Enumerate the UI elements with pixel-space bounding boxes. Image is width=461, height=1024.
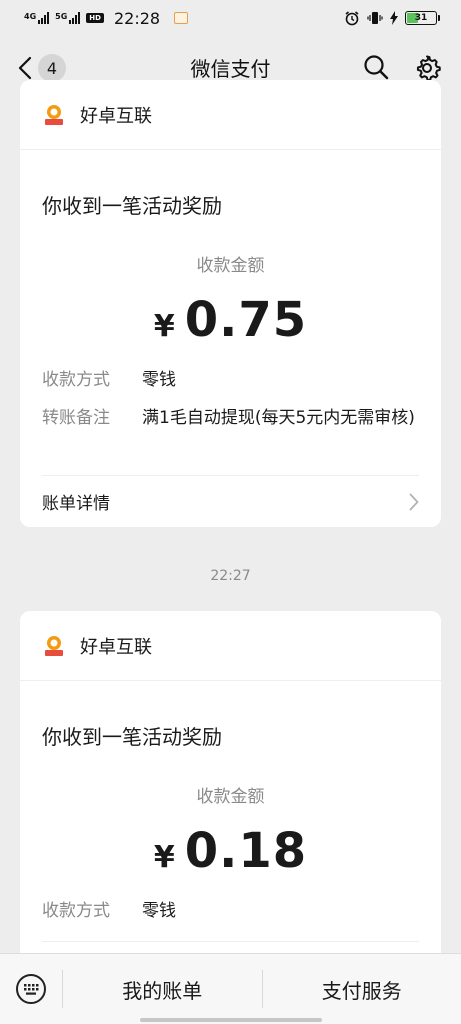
method-label: 收款方式 <box>42 370 110 390</box>
payment-message-card[interactable]: 好卓互联 你收到一笔活动奖励 收款金额 ¥ 0.75 收款方式 零钱 转账备注 … <box>20 80 441 527</box>
unread-count-badge: 4 <box>38 54 66 82</box>
keyboard-icon <box>16 974 46 1004</box>
method-value: 零钱 <box>142 370 176 390</box>
alarm-icon <box>345 11 359 26</box>
network-5g-label: 5G <box>55 12 68 21</box>
merchant-header: 好卓互联 <box>20 611 441 681</box>
amount-label: 收款金额 <box>196 787 265 807</box>
merchant-name: 好卓互联 <box>80 636 152 658</box>
currency-symbol: ¥ <box>153 309 175 344</box>
gear-icon[interactable] <box>413 54 441 82</box>
message-time-separator: 22:27 <box>210 568 251 584</box>
my-bills-tab[interactable]: 我的账单 <box>62 970 262 1008</box>
bill-detail-link[interactable]: 账单详情 <box>42 475 419 527</box>
hd-voice-icon: HD <box>86 13 104 23</box>
merchant-name: 好卓互联 <box>80 105 152 127</box>
chevron-right-icon <box>409 493 419 510</box>
search-icon[interactable] <box>363 54 389 80</box>
page-title: 微信支付 <box>190 56 271 81</box>
method-value: 零钱 <box>142 901 176 921</box>
chevron-left-icon <box>18 56 32 80</box>
bottom-menu-bar: 我的账单 支付服务 <box>0 953 461 1024</box>
merchant-logo-icon <box>44 635 64 657</box>
remark-label: 转账备注 <box>42 408 110 428</box>
payment-services-tab[interactable]: 支付服务 <box>261 970 461 1008</box>
payment-method-row: 收款方式 零钱 <box>20 899 441 923</box>
remark-value: 满1毛自动提现(每天5元内无需审核) <box>142 408 415 428</box>
back-button[interactable]: 4 <box>18 54 66 82</box>
vibrate-icon <box>367 12 383 24</box>
battery-icon: 31 <box>405 11 440 25</box>
notification-app-icon <box>174 12 189 24</box>
amount-value: 0.75 <box>184 292 308 348</box>
status-time: 22:28 <box>113 8 161 28</box>
merchant-header: 好卓互联 <box>20 80 441 150</box>
keyboard-toggle-button[interactable] <box>0 973 62 1005</box>
payment-method-row: 收款方式 零钱 <box>20 368 441 392</box>
method-label: 收款方式 <box>42 901 110 921</box>
merchant-logo-icon <box>44 104 64 126</box>
amount-display: ¥ 0.75 <box>20 292 441 348</box>
message-headline: 你收到一笔活动奖励 <box>42 194 222 218</box>
signal-5g-icon: 5G <box>55 12 81 24</box>
charging-icon <box>390 11 398 25</box>
currency-symbol: ¥ <box>153 840 175 875</box>
home-indicator[interactable] <box>140 1018 322 1022</box>
signal-4g-icon: 4G <box>24 12 50 24</box>
message-headline: 你收到一笔活动奖励 <box>42 725 222 749</box>
bill-detail-label: 账单详情 <box>42 494 110 514</box>
amount-label: 收款金额 <box>196 256 265 276</box>
battery-level: 31 <box>414 13 428 23</box>
network-4g-label: 4G <box>24 12 37 21</box>
divider <box>42 941 419 942</box>
payment-message-card[interactable]: 好卓互联 你收到一笔活动奖励 收款金额 ¥ 0.18 收款方式 零钱 <box>20 611 441 971</box>
status-bar: 4G 5G HD 22:28 31 <box>0 0 461 36</box>
amount-display: ¥ 0.18 <box>20 823 441 879</box>
amount-value: 0.18 <box>184 823 308 879</box>
remark-row: 转账备注 满1毛自动提现(每天5元内无需审核) <box>20 406 441 430</box>
